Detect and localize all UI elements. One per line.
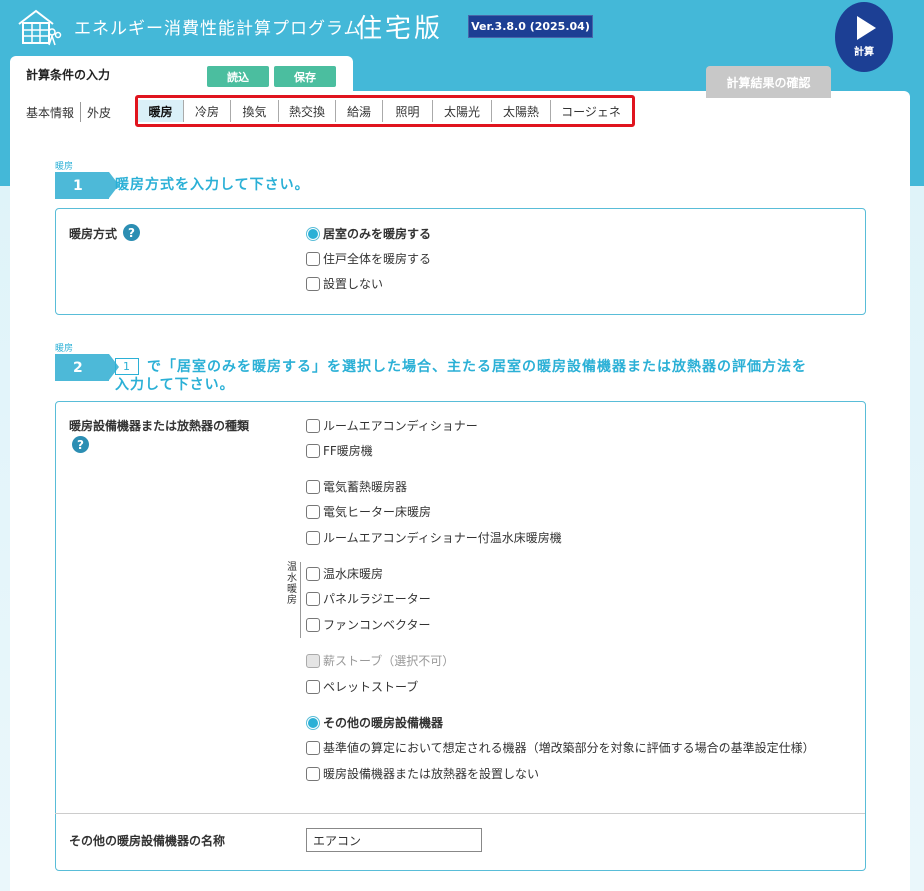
calculate-label: 計算: [854, 47, 874, 58]
option-label: 居室のみを暖房する: [323, 227, 432, 241]
subnav-basic-info[interactable]: 基本情報: [20, 104, 80, 121]
option-label: その他の暖房設備機器: [323, 716, 444, 730]
equipment-tabs: 暖房 冷房 換気 熱交換 給湯 照明 太陽光 太陽熱 コージェネ: [138, 98, 631, 124]
equip-pellet-stove[interactable]: ペレットストーブ: [306, 678, 418, 695]
tab-cooling[interactable]: 冷房: [184, 100, 231, 122]
section1-number: 1: [55, 172, 119, 199]
equip-room-aircon[interactable]: ルームエアコンディショナー: [306, 417, 478, 434]
option-label: 薪ストーブ（選択不可）: [323, 654, 455, 668]
option-label: 暖房設備機器または放熱器を設置しない: [323, 767, 540, 781]
checkbox-icon: [306, 653, 320, 668]
section2-title-line1: で「居室のみを暖房する」を選択した場合、主たる居室の暖房設備機器または放熱器の評…: [147, 359, 807, 375]
tab-solar-heat[interactable]: 太陽熱: [492, 100, 551, 122]
tab-cogeneration[interactable]: コージェネ: [551, 100, 631, 122]
tab-result-check[interactable]: 計算結果の確認: [706, 66, 831, 98]
app-header: エネルギー消費性能計算プログラム 住宅版 Ver.3.8.0 (2025.04): [0, 0, 924, 56]
checkbox-icon: [306, 504, 320, 519]
other-equipment-name-label: その他の暖房設備機器の名称: [69, 834, 226, 848]
section1-category: 暖房: [55, 162, 74, 172]
panel-divider: [55, 813, 865, 814]
tab-solar-power[interactable]: 太陽光: [433, 100, 492, 122]
tab-heat-exchange[interactable]: 熱交換: [279, 100, 336, 122]
checkbox-icon: [306, 251, 320, 266]
tab-calculation-input-label: 計算条件の入力: [26, 68, 111, 82]
section2-category: 暖房: [55, 344, 74, 354]
checkbox-icon: [306, 276, 320, 291]
equip-standard-assumed[interactable]: 基準値の算定において想定される機器（増改築部分を対象に評価する場合の基準設定仕様…: [306, 739, 815, 756]
option-label: ルームエアコンディショナー: [323, 419, 478, 433]
checkbox-icon: [306, 617, 320, 632]
checkbox-icon: [306, 679, 320, 694]
save-button[interactable]: 保存: [274, 66, 336, 87]
section2-title-line2: 入力して下さい。: [115, 377, 235, 393]
option-label: 電気蓄熱暖房器: [323, 480, 408, 494]
heating-method-option-whole[interactable]: 住戸全体を暖房する: [306, 250, 431, 267]
heating-equipment-label: 暖房設備機器または放熱器の種類: [69, 419, 250, 433]
play-icon: [857, 16, 876, 40]
heating-equipment-panel: [55, 401, 866, 871]
tab-lighting[interactable]: 照明: [383, 100, 433, 122]
equip-other[interactable]: その他の暖房設備機器: [306, 714, 443, 731]
app-edition: 住宅版: [356, 14, 444, 44]
option-label: パネルラジエーター: [323, 592, 431, 606]
equip-panel-radiator[interactable]: パネルラジエーター: [306, 590, 431, 607]
option-label: ファンコンベクター: [323, 618, 431, 632]
equip-electric-storage[interactable]: 電気蓄熱暖房器: [306, 478, 407, 495]
hot-water-heating-label: 温水暖房: [287, 562, 297, 606]
option-label: 住戸全体を暖房する: [323, 252, 432, 266]
other-equipment-name-input[interactable]: [306, 828, 482, 852]
subnav: 基本情報 外皮: [20, 101, 117, 123]
equip-none[interactable]: 暖房設備機器または放熱器を設置しない: [306, 765, 539, 782]
section2-number: 2: [55, 354, 119, 381]
equip-wood-stove: 薪ストーブ（選択不可）: [306, 652, 454, 669]
section2-title: 1 で「居室のみを暖房する」を選択した場合、主たる居室の暖房設備機器または放熱器の…: [115, 358, 875, 394]
option-label: ルームエアコンディショナー付温水床暖房機: [323, 531, 562, 545]
tab-heating[interactable]: 暖房: [138, 100, 184, 122]
help-icon[interactable]: ?: [72, 436, 89, 453]
calculate-button[interactable]: 計算: [835, 2, 893, 72]
equip-fan-convector[interactable]: ファンコンベクター: [306, 616, 431, 633]
checkbox-icon: [306, 740, 320, 755]
subnav-envelope[interactable]: 外皮: [81, 104, 117, 121]
radio-selected-icon: [306, 226, 320, 241]
version-badge: Ver.3.8.0 (2025.04): [468, 15, 593, 38]
heating-method-radio-rooms[interactable]: 居室のみを暖房する: [306, 225, 431, 242]
checkbox-icon: [306, 418, 320, 433]
radio-selected-icon: [306, 715, 320, 730]
checkbox-icon: [306, 566, 320, 581]
equip-aircon-hotwater-floor[interactable]: ルームエアコンディショナー付温水床暖房機: [306, 529, 562, 546]
equip-electric-floor[interactable]: 電気ヒーター床暖房: [306, 503, 431, 520]
hot-water-group-line: [300, 562, 301, 638]
tab-hot-water[interactable]: 給湯: [336, 100, 383, 122]
tab-ventilation[interactable]: 換気: [231, 100, 279, 122]
heating-method-panel: [55, 208, 866, 315]
option-label: 基準値の算定において想定される機器（増改築部分を対象に評価する場合の基準設定仕様…: [323, 741, 815, 755]
checkbox-icon: [306, 766, 320, 781]
equip-hotwater-floor[interactable]: 温水床暖房: [306, 565, 383, 582]
tab-calculation-input[interactable]: 計算条件の入力 読込 保存: [10, 56, 353, 96]
checkbox-icon: [306, 443, 320, 458]
app-title: エネルギー消費性能計算プログラム: [74, 19, 362, 39]
load-button[interactable]: 読込: [207, 66, 269, 87]
option-label: 設置しない: [323, 277, 384, 291]
equip-ff-heater[interactable]: FF暖房機: [306, 442, 373, 459]
help-icon[interactable]: ?: [123, 224, 140, 241]
option-label: ペレットストーブ: [323, 680, 419, 694]
option-label: FF暖房機: [323, 444, 373, 458]
heating-method-label: 暖房方式: [69, 227, 118, 241]
option-label: 電気ヒーター床暖房: [323, 505, 432, 519]
checkbox-icon: [306, 591, 320, 606]
section1-title: 暖房方式を入力して下さい。: [115, 177, 310, 193]
checkbox-icon: [306, 530, 320, 545]
section-ref-box: 1: [115, 358, 139, 375]
checkbox-icon: [306, 479, 320, 494]
house-family-icon: [18, 9, 62, 46]
option-label: 温水床暖房: [323, 567, 384, 581]
heating-method-option-none[interactable]: 設置しない: [306, 275, 383, 292]
